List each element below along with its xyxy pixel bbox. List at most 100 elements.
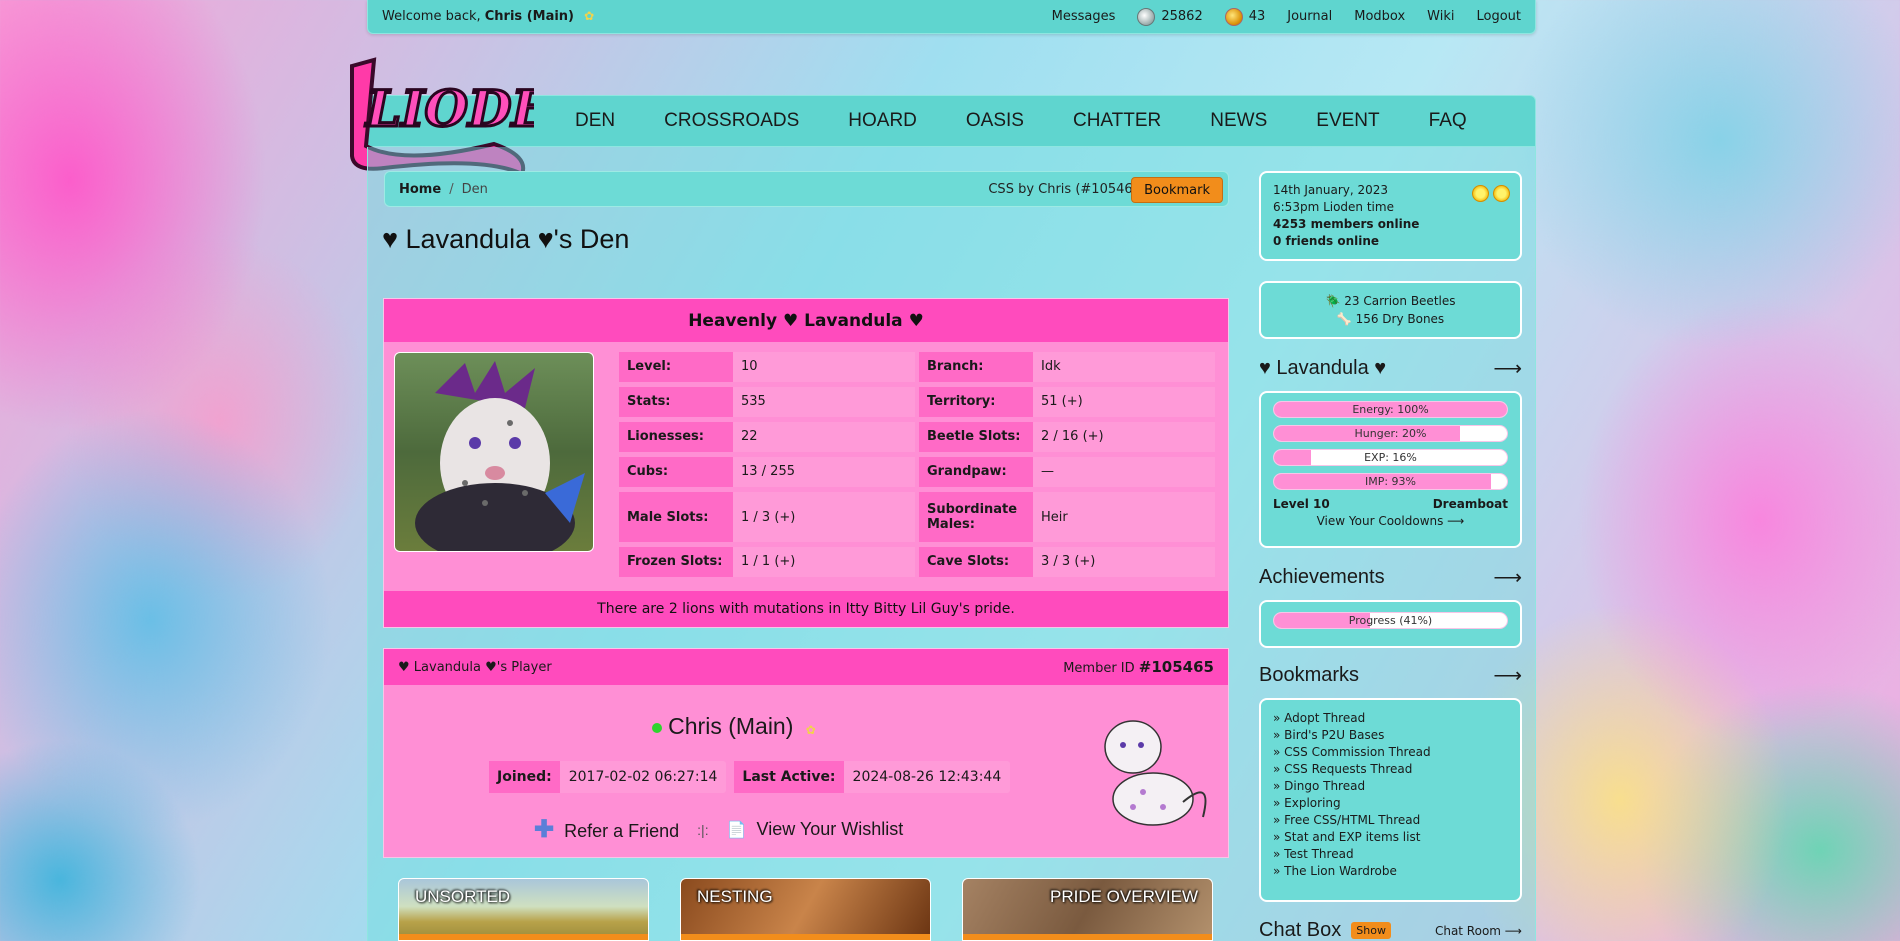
arrow-right-icon: ⟶ xyxy=(1493,358,1522,380)
sun-icon xyxy=(1493,185,1510,202)
lion-stats: Level: 10 Branch: Idk Stats: 535 Territory:… xyxy=(619,352,1215,577)
nav-crossroads[interactable]: CROSSROADS xyxy=(664,110,799,132)
lion-sidebar-title[interactable]: ♥ Lavandula ♥ ⟶ xyxy=(1259,356,1522,381)
bookmark-link[interactable]: » The Lion Wardrobe xyxy=(1273,863,1508,880)
bones-count[interactable]: 🦴 156 Dry Bones xyxy=(1270,310,1511,328)
note-icon: 📄 xyxy=(726,822,747,839)
lion-info-panel: Heavenly ♥ Lavandula ♥ Level: 10 Branch: I… xyxy=(383,298,1229,628)
chat-room-link[interactable]: Chat Room ⟶ xyxy=(1435,924,1522,938)
stat-level: Level: 10 xyxy=(619,352,915,382)
tile-unsorted[interactable]: UNSORTED xyxy=(398,878,649,941)
stat-grandpaw: Grandpaw: — xyxy=(919,457,1215,487)
nav-den[interactable]: DEN xyxy=(575,110,615,132)
bookmark-link[interactable]: » Test Thread xyxy=(1273,846,1508,863)
weather-icons xyxy=(1472,185,1510,202)
arrow-right-icon: ⟶ xyxy=(1493,665,1522,687)
stat-lionesses: Lionesses: 22 xyxy=(619,422,915,452)
bookmark-link[interactable]: » Stat and EXP items list xyxy=(1273,829,1508,846)
silver-currency[interactable]: 25862 xyxy=(1137,7,1203,26)
items-box: 🪲 23 Carrion Beetles 🦴 156 Dry Bones xyxy=(1259,281,1522,339)
beetles-count[interactable]: 🪲 23 Carrion Beetles xyxy=(1270,292,1511,310)
tile-pride-overview[interactable]: PRIDE OVERVIEW xyxy=(962,878,1213,941)
bookmark-link[interactable]: » Bird's P2U Bases xyxy=(1273,727,1508,744)
stat-territory[interactable]: Territory: 51 (+) xyxy=(919,387,1215,417)
stat-branch: Branch: Idk xyxy=(919,352,1215,382)
den-tiles: UNSORTED NESTING PRIDE OVERVIEW xyxy=(398,878,1214,941)
last-active-pill: Last Active: 2024-08-26 12:43:44 xyxy=(734,761,1011,793)
player-panel: ♥ Lavandula ♥'s Player Member ID #105465… xyxy=(383,648,1229,858)
bookmark-link[interactable]: » CSS Requests Thread xyxy=(1273,761,1508,778)
bookmark-link[interactable]: » CSS Commission Thread xyxy=(1273,744,1508,761)
logout-link[interactable]: Logout xyxy=(1476,9,1521,24)
stat-male-slots[interactable]: Male Slots: 1 / 3 (+) xyxy=(619,492,915,542)
cub-avatar xyxy=(1104,720,1207,826)
journal-link[interactable]: Journal xyxy=(1287,9,1332,24)
modbox-link[interactable]: Modbox xyxy=(1354,9,1405,24)
nav-faq[interactable]: FAQ xyxy=(1429,110,1467,132)
welcome-text: Welcome back, Chris (Main) ✿ xyxy=(382,9,595,24)
exp-bar: EXP: 16% xyxy=(1273,449,1508,466)
stat-cave-slots[interactable]: Cave Slots: 3 / 3 (+) xyxy=(919,547,1215,577)
wiki-link[interactable]: Wiki xyxy=(1427,9,1454,24)
lion-portrait[interactable] xyxy=(394,352,594,552)
chat-box-row: Chat Box Show Chat Room ⟶ xyxy=(1259,919,1522,941)
imp-bar: IMP: 93% xyxy=(1273,473,1508,490)
gold-lion-icon xyxy=(1224,7,1243,26)
nav-event[interactable]: EVENT xyxy=(1316,110,1379,132)
member-id: Member ID #105465 xyxy=(1063,658,1214,676)
lion-name[interactable]: Heavenly ♥ Lavandula ♥ xyxy=(384,299,1228,342)
date-box: 14th January, 2023 6:53pm Lioden time 42… xyxy=(1259,171,1522,261)
bookmark-link[interactable]: » Adopt Thread xyxy=(1273,710,1508,727)
arrow-right-icon: ⟶ xyxy=(1493,567,1522,589)
breadcrumb: Home / Den CSS by Chris (#105465) Bookma… xyxy=(384,171,1229,207)
nav-news[interactable]: NEWS xyxy=(1210,110,1267,132)
bookmarks-title[interactable]: Bookmarks ⟶ xyxy=(1259,663,1522,688)
stat-beetle-slots[interactable]: Beetle Slots: 2 / 16 (+) xyxy=(919,422,1215,452)
player-dates: Joined: 2017-02-02 06:27:14 Last Active: 2… xyxy=(489,761,1011,793)
logo-text: LIODEN xyxy=(364,79,534,138)
wishlist-link[interactable]: 📄 View Your Wishlist xyxy=(727,819,904,840)
bookmark-link[interactable]: » Free CSS/HTML Thread xyxy=(1273,812,1508,829)
sun-icon xyxy=(1472,185,1489,202)
joined-pill: Joined: 2017-02-02 06:27:14 xyxy=(489,761,727,793)
silver-lion-icon xyxy=(1137,7,1156,26)
css-credit: CSS by Chris (#105465) xyxy=(988,181,1146,197)
breadcrumb-home[interactable]: Home xyxy=(399,182,441,197)
nav-oasis[interactable]: OASIS xyxy=(966,110,1024,132)
plus-icon: ✚ xyxy=(534,816,555,843)
stat-frozen-slots[interactable]: Frozen Slots: 1 / 1 (+) xyxy=(619,547,915,577)
player-actions: ✚ Refer a Friend :|: 📄 View Your Wishlist xyxy=(534,815,904,844)
cooldowns-link[interactable]: View Your Cooldowns ⟶ xyxy=(1273,514,1508,528)
level-row: Level 10 Dreamboat xyxy=(1273,497,1508,511)
chat-show-button[interactable]: Show xyxy=(1351,922,1391,939)
nav-chatter[interactable]: CHATTER xyxy=(1073,110,1161,132)
stat-stats: Stats: 535 xyxy=(619,387,915,417)
chat-box-title: Chat Box xyxy=(1259,919,1342,941)
stat-subordinate-males: Subordinate Males: Heir xyxy=(919,492,1215,542)
daisy-icon: ✿ xyxy=(584,9,595,23)
hunger-bar: Hunger: 20% xyxy=(1273,425,1508,442)
player-name[interactable]: Chris (Main) ✿ xyxy=(384,713,1084,740)
bookmark-link[interactable]: » Exploring xyxy=(1273,795,1508,812)
messages-link[interactable]: Messages xyxy=(1052,9,1116,24)
achievement-progress-bar: Progress (41%) xyxy=(1273,612,1508,629)
username-link[interactable]: Chris (Main) xyxy=(485,9,574,24)
energy-bar: Energy: 100% xyxy=(1273,401,1508,418)
daisy-icon: ✿ xyxy=(805,723,816,737)
refer-friend-link[interactable]: ✚ Refer a Friend xyxy=(534,815,679,844)
mutation-note: There are 2 lions with mutations in Itty… xyxy=(384,591,1228,627)
main-nav: DEN CROSSROADS HOARD OASIS CHATTER NEWS … xyxy=(367,95,1536,147)
bookmark-link[interactable]: » Dingo Thread xyxy=(1273,778,1508,795)
bookmarks-box: » Adopt Thread » Bird's P2U Bases » CSS … xyxy=(1259,698,1522,902)
lion-bars-box: Energy: 100% Hunger: 20% EXP: 16% IMP: 9… xyxy=(1259,391,1522,548)
page-title: ♥ Lavandula ♥'s Den xyxy=(382,224,630,254)
top-nav: Messages 25862 43 Journal Modbox Wiki Lo… xyxy=(1052,7,1521,26)
gold-currency[interactable]: 43 xyxy=(1224,7,1265,26)
online-status-icon xyxy=(652,722,663,733)
breadcrumb-current: Den xyxy=(461,181,488,197)
player-header: ♥ Lavandula ♥'s Player Member ID #105465 xyxy=(384,649,1228,685)
bookmark-button[interactable]: Bookmark xyxy=(1131,177,1223,203)
nav-hoard[interactable]: HOARD xyxy=(848,110,917,132)
achievements-title[interactable]: Achievements ⟶ xyxy=(1259,565,1522,590)
tile-nesting[interactable]: NESTING xyxy=(680,878,931,941)
